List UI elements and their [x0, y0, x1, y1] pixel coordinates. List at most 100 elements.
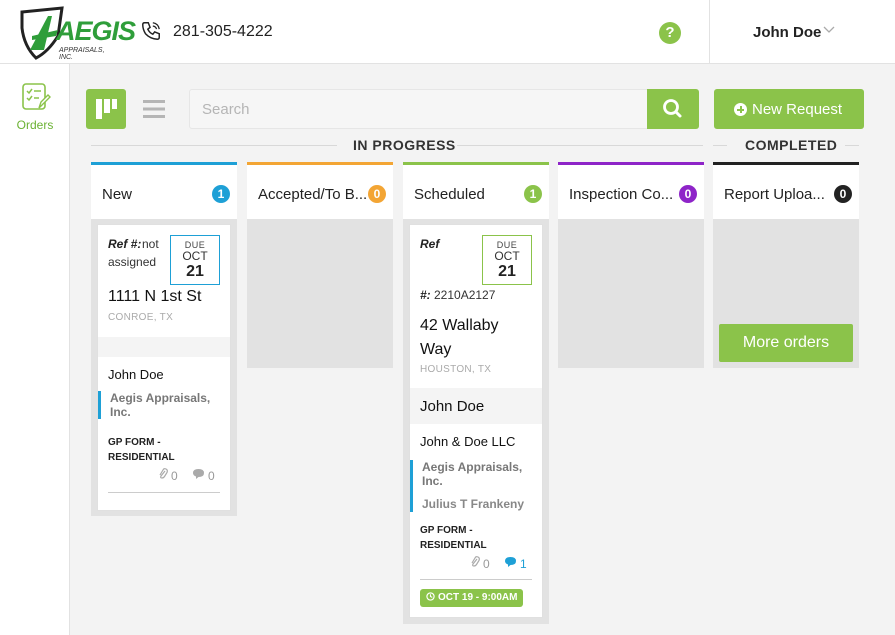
group-divider — [457, 145, 703, 146]
ref-value: not — [142, 237, 159, 251]
column-body: Ref DUE OCT 21 #: 2210A2127 42 Wallaby W… — [403, 219, 549, 624]
company-line: Aegis Appraisals, — [422, 460, 523, 474]
comments-count[interactable]: 1 — [504, 556, 527, 571]
more-orders-button[interactable]: More orders — [719, 324, 853, 362]
new-request-label: New Request — [752, 101, 843, 118]
contact-name: John Doe — [420, 398, 485, 415]
search-input[interactable] — [189, 89, 648, 129]
comments-value: 0 — [208, 469, 215, 483]
group-label-in-progress: IN PROGRESS — [353, 137, 456, 153]
paperclip-icon — [470, 556, 480, 571]
column-title: Inspection Co... — [569, 186, 674, 203]
card-divider-strip: John Doe — [410, 388, 542, 424]
company-line: Aegis Appraisals, — [110, 391, 211, 405]
plus-circle-icon — [734, 103, 747, 116]
search-icon — [663, 99, 682, 118]
card-divider — [420, 579, 532, 580]
property-address[interactable]: 1111 N 1st St — [108, 285, 201, 309]
new-request-button[interactable]: New Request — [714, 89, 864, 129]
sidebar: Orders — [0, 64, 70, 635]
board-icon — [96, 99, 117, 119]
property-address[interactable]: Way — [420, 338, 451, 362]
form-type-line: RESIDENTIAL — [108, 452, 175, 463]
column-count-badge: 0 — [679, 185, 697, 203]
order-card[interactable]: Ref #: not assigned DUE OCT 21 1111 N 1s… — [97, 224, 231, 511]
comments-count[interactable]: 0 — [192, 468, 215, 483]
paperclip-icon — [158, 468, 168, 483]
column-header: Report Uploa... 0 — [713, 162, 859, 219]
company-logo[interactable]: AEGIS APPRAISALS, INC. — [18, 6, 136, 61]
checklist-icon — [22, 83, 51, 110]
order-card[interactable]: Ref DUE OCT 21 #: 2210A2127 42 Wallaby W… — [409, 224, 543, 618]
column-count-badge: 1 — [524, 185, 542, 203]
form-type-line: GP FORM - — [108, 437, 161, 448]
ref-value: 2210A2127 — [434, 288, 496, 302]
appointment-badge[interactable]: OCT 19 - 9:00AM — [420, 589, 524, 607]
ref-label: #: — [420, 288, 431, 302]
group-divider — [91, 145, 337, 146]
property-city: CONROE, TX — [108, 312, 174, 323]
column-body: Ref #: not assigned DUE OCT 21 1111 N 1s… — [91, 219, 237, 516]
appointment-time: OCT 19 - 9:00AM — [438, 592, 518, 603]
due-day: 21 — [498, 263, 516, 280]
sidebar-item-orders[interactable]: Orders — [10, 80, 60, 136]
logo-text: AEGIS — [56, 16, 136, 46]
company-line: Inc. — [110, 405, 131, 419]
form-type-line: GP FORM - — [420, 525, 473, 536]
due-date-badge: DUE OCT 21 — [482, 235, 532, 285]
comment-icon — [192, 468, 205, 483]
group-divider — [713, 145, 727, 146]
comment-icon — [504, 556, 517, 571]
column-header: Scheduled 1 — [403, 162, 549, 219]
due-month: OCT — [182, 249, 208, 263]
attachments-count[interactable]: 0 — [470, 556, 490, 571]
phone-number[interactable]: 281-305-4222 — [173, 23, 273, 41]
client-name: John & Doe LLC — [420, 434, 516, 449]
ref-label: Ref #: — [108, 237, 142, 251]
list-view-icon[interactable] — [141, 97, 167, 121]
user-menu-name[interactable]: John Doe — [753, 24, 821, 41]
attachments-value: 0 — [483, 557, 490, 571]
due-date-badge: DUE OCT 21 — [170, 235, 220, 285]
chevron-down-icon[interactable] — [823, 26, 835, 34]
phone-icon — [142, 22, 160, 40]
due-day: 21 — [186, 263, 204, 280]
column-header: New 1 — [91, 162, 237, 219]
column-count-badge: 0 — [368, 185, 386, 203]
attachments-count[interactable]: 0 — [158, 468, 178, 483]
property-address[interactable]: 42 Wallaby — [420, 314, 499, 338]
appraiser-name: Julius T Frankeny — [422, 497, 525, 511]
search-button[interactable] — [647, 89, 699, 129]
company-line: Inc. — [422, 474, 443, 488]
ref-value: assigned — [108, 255, 157, 269]
card-divider-strip — [98, 337, 230, 357]
clock-icon — [426, 592, 435, 601]
form-type: GP FORM - RESIDENTIAL — [108, 435, 175, 465]
column-title: Report Uploa... — [724, 186, 825, 203]
logo-subtitle: APPRAISALS, INC. — [59, 47, 105, 61]
column-count-badge: 1 — [212, 185, 230, 203]
board-view-button[interactable] — [86, 89, 126, 129]
card-divider — [108, 492, 220, 493]
divider — [709, 0, 710, 64]
due-month: OCT — [494, 249, 520, 263]
comments-value: 1 — [520, 557, 527, 571]
group-label-completed: COMPLETED — [745, 137, 838, 153]
column-header: Inspection Co... 0 — [558, 162, 704, 219]
property-city: HOUSTON, TX — [420, 364, 492, 375]
column-title: Scheduled — [414, 186, 485, 203]
attachments-value: 0 — [171, 469, 178, 483]
contact-name: John Doe — [108, 367, 164, 382]
form-type-line: RESIDENTIAL — [420, 540, 487, 551]
sidebar-item-label: Orders — [16, 118, 54, 132]
column-title: Accepted/To B... — [258, 186, 368, 203]
column-header: Accepted/To B... 0 — [247, 162, 393, 219]
column-count-badge: 0 — [834, 185, 852, 203]
form-type: GP FORM - RESIDENTIAL — [420, 523, 487, 553]
help-icon[interactable]: ? — [659, 22, 681, 44]
column-title: New — [102, 186, 133, 203]
top-bar: AEGIS APPRAISALS, INC. 281-305-4222 ? Jo… — [0, 0, 895, 64]
column-body — [247, 219, 393, 368]
column-body — [558, 219, 704, 368]
appraisal-company: Aegis Appraisals, Inc. — [98, 391, 218, 419]
